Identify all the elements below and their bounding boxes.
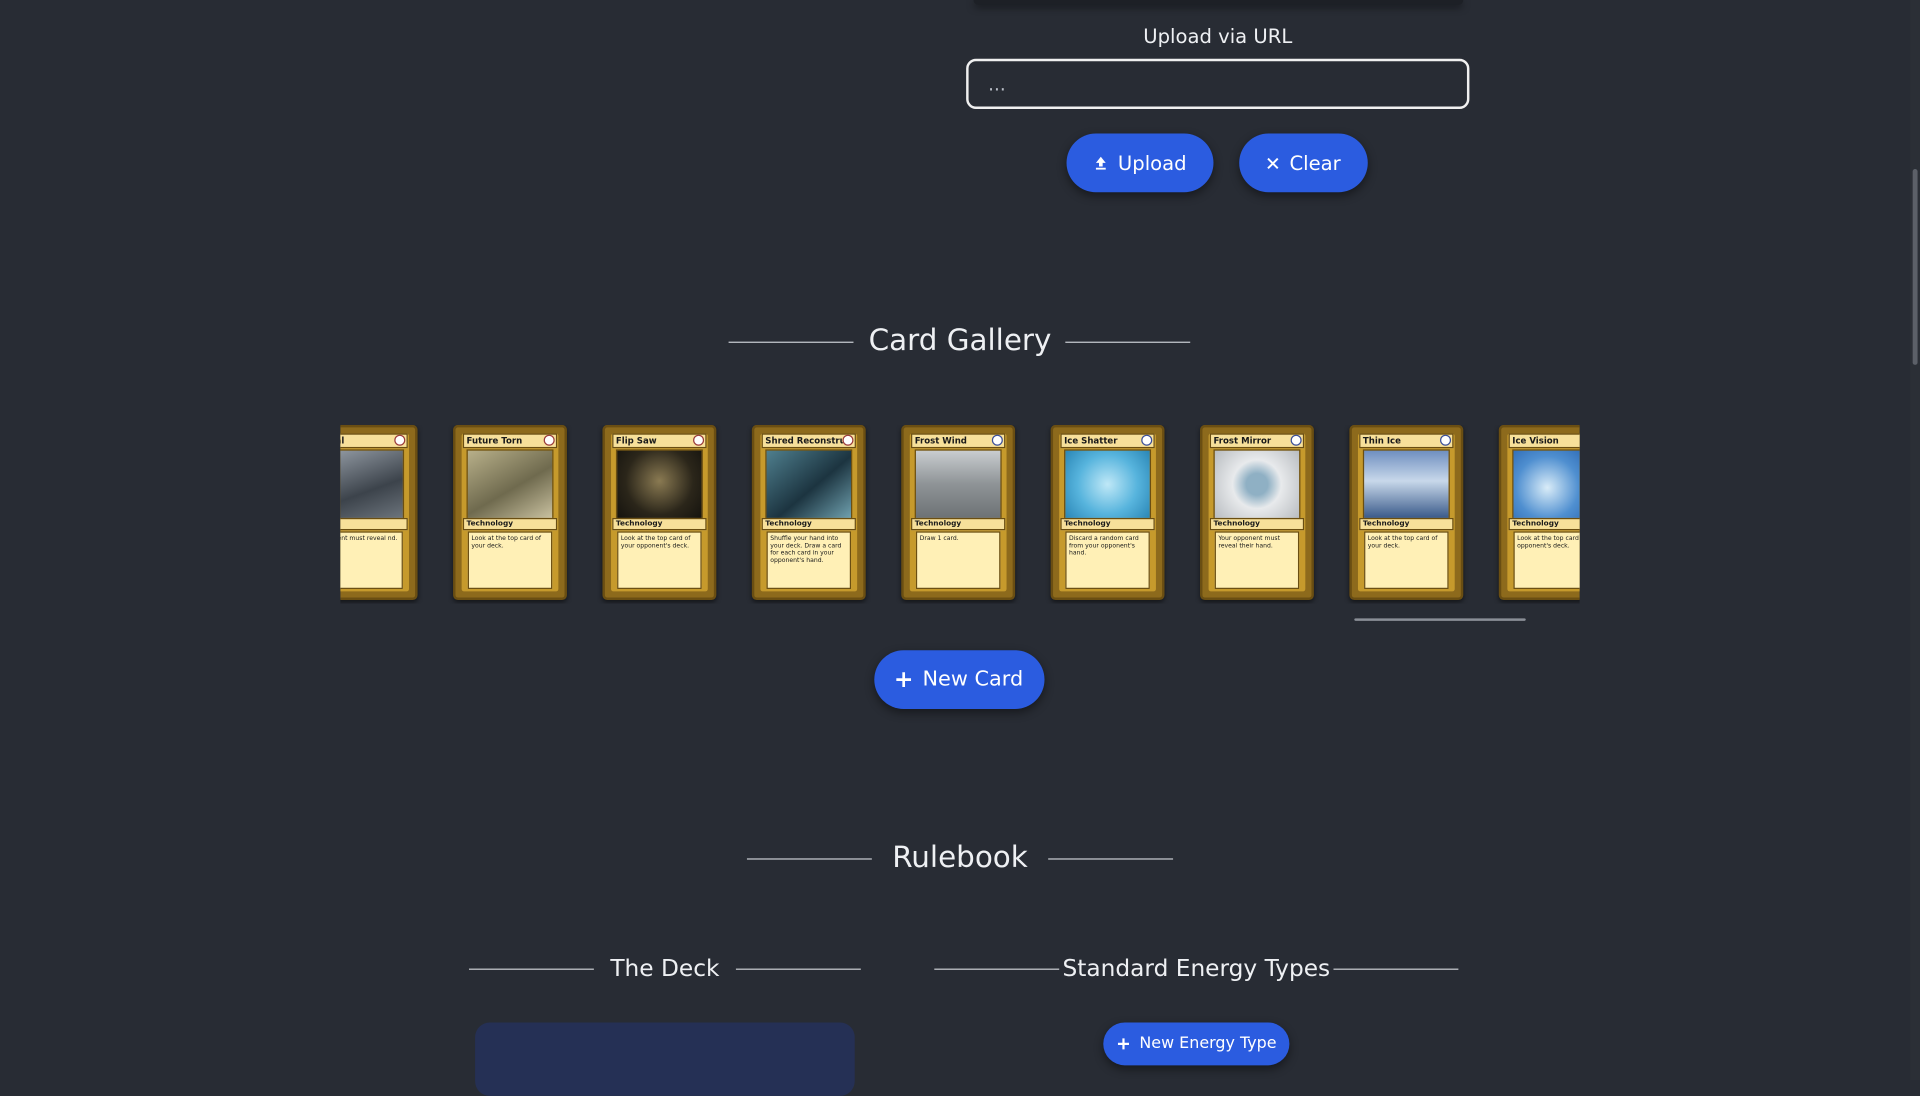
card-type: Technology	[612, 517, 707, 531]
card-frost-mirror[interactable]: Frost Mirror Technology Your opponent mu…	[1200, 424, 1314, 601]
card-future-torn[interactable]: Future Torn Technology Look at the top c…	[453, 424, 567, 601]
upload-button-label: Upload	[1117, 151, 1187, 175]
card-gallery-carousel[interactable]: Metal ology pponent must reveal nd. Futu…	[340, 424, 1580, 604]
clear-button[interactable]: Clear	[1239, 133, 1368, 193]
divider-line	[1333, 968, 1459, 970]
divider-line	[1065, 341, 1191, 343]
card-thin-ice[interactable]: Thin Ice Technology Look at the top card…	[1349, 424, 1464, 601]
new-card-button[interactable]: New Card	[874, 650, 1045, 709]
card-type: Technology	[761, 517, 856, 531]
card-art	[466, 449, 554, 520]
card-type: Technology	[462, 517, 558, 531]
energy-types-heading: Standard Energy Types	[1062, 955, 1331, 983]
divider-line	[746, 858, 872, 860]
card-type: Technology	[911, 517, 1006, 531]
card-type: Technology	[1060, 517, 1155, 531]
rulebook-heading: Rulebook	[892, 840, 1028, 875]
upper-panel-edge	[973, 0, 1464, 5]
card-text: Shuffle your hand into your deck. Draw a…	[766, 531, 852, 589]
energy-symbol-icon	[1290, 434, 1302, 446]
card-text: Look at the top card of your opponent's …	[617, 531, 702, 589]
card-art	[1362, 449, 1450, 520]
card-text: pponent must reveal nd.	[340, 531, 403, 589]
card-art	[1064, 449, 1152, 520]
card-art	[1512, 449, 1580, 520]
card-shred-reconstruct[interactable]: Shred Reconstru Technology Shuffle your …	[751, 424, 866, 601]
energy-symbol-icon	[1141, 434, 1153, 446]
card-art	[914, 449, 1002, 520]
card-type: Technology	[1209, 517, 1305, 531]
divider-line	[735, 968, 861, 970]
card-type: Technology	[1359, 517, 1454, 531]
card-frost-wind[interactable]: Frost Wind Technology Draw 1 card.	[901, 424, 1016, 601]
upload-button[interactable]: Upload	[1066, 133, 1214, 193]
card-art	[340, 449, 405, 520]
new-energy-type-label: New Energy Type	[1139, 1034, 1277, 1054]
divider-line	[728, 341, 854, 343]
energy-symbol-icon	[842, 434, 854, 446]
card-ice-vision[interactable]: Ice Vision Technology Look at the top ca…	[1498, 424, 1580, 601]
upload-url-label: Upload via URL	[1143, 24, 1293, 48]
energy-symbol-icon	[693, 434, 705, 446]
card-text: Draw 1 card.	[915, 531, 1001, 589]
upload-icon	[1095, 156, 1106, 170]
clear-button-label: Clear	[1289, 151, 1341, 175]
divider-line	[1048, 858, 1174, 860]
card-text: Your opponent must reveal their hand.	[1214, 531, 1300, 589]
card-ice-shatter[interactable]: Ice Shatter Technology Discard a random …	[1050, 424, 1165, 601]
card-text: Look at the top card o opponent's deck.	[1513, 531, 1580, 589]
page: Upload via URL Upload Clear Card Gallery…	[0, 0, 1920, 1096]
page-scrollbar-track[interactable]	[1910, 0, 1920, 1081]
new-card-button-label: New Card	[922, 667, 1024, 692]
card-name: Ice Vision	[1508, 433, 1580, 449]
card-type: Technology	[1508, 517, 1580, 531]
energy-symbol-icon	[991, 434, 1003, 446]
upload-url-input[interactable]	[966, 58, 1470, 109]
close-icon	[1267, 157, 1279, 169]
deck-panel	[475, 1022, 855, 1096]
divider-line	[934, 968, 1060, 970]
energy-symbol-icon	[1440, 434, 1452, 446]
card-text: Look at the top card of your deck.	[467, 531, 553, 589]
card-text: Look at the top card of your deck.	[1364, 531, 1449, 589]
energy-symbol-icon	[394, 434, 406, 446]
new-energy-type-button[interactable]: New Energy Type	[1103, 1022, 1290, 1066]
plus-icon	[1117, 1038, 1129, 1050]
card-type: ology	[340, 517, 408, 531]
card-text: Discard a random card from your opponent…	[1065, 531, 1150, 589]
energy-symbol-icon	[543, 434, 555, 446]
card-metal[interactable]: Metal ology pponent must reveal nd.	[340, 424, 418, 601]
card-flip-saw[interactable]: Flip Saw Technology Look at the top card…	[602, 424, 717, 601]
plus-icon	[896, 672, 912, 687]
card-art	[765, 449, 853, 520]
divider-line	[468, 968, 594, 970]
card-art	[1213, 449, 1301, 520]
the-deck-heading: The Deck	[610, 955, 720, 983]
card-art	[615, 449, 703, 520]
card-gallery-heading: Card Gallery	[868, 323, 1052, 358]
gallery-scroll-indicator[interactable]	[1354, 618, 1526, 621]
page-scrollbar-thumb[interactable]	[1912, 168, 1918, 365]
